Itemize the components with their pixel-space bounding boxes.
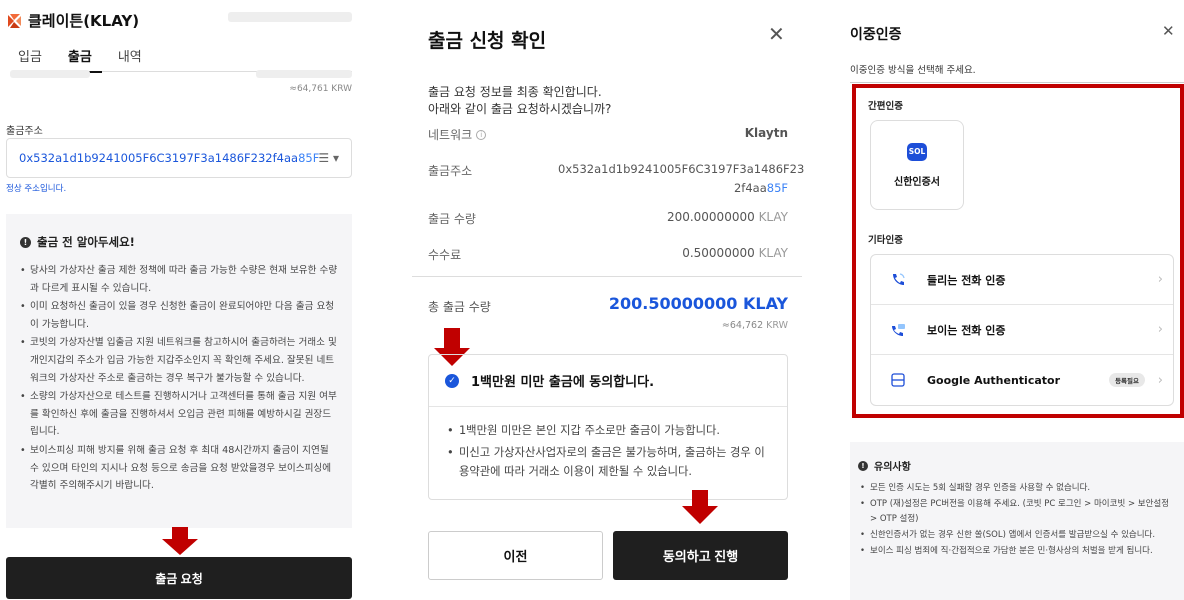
address-label: 출금주소 bbox=[6, 126, 43, 137]
address-label: 출금주소 bbox=[428, 164, 473, 178]
dialog-description: 출금 요청 정보를 최종 확인합니다. 아래와 같이 출금 요청하시겠습니까? bbox=[428, 84, 611, 118]
network-row: 네트워크 i Klaytn bbox=[428, 126, 788, 143]
agree-checkbox[interactable]: ✓ 1백만원 미만 출금에 동의합니다. bbox=[429, 355, 787, 407]
notice-title-text: 출금 전 알아두세요! bbox=[37, 235, 135, 249]
dialog-subtitle: 이중인증 방식을 선택해 주세요. bbox=[850, 65, 976, 76]
dialog-title: 출금 신청 확인 bbox=[428, 30, 547, 52]
krw-estimate: ≈64,761 KRW bbox=[289, 84, 352, 94]
coin-header: 클레이튼(KLAY) bbox=[6, 10, 139, 31]
checkmark-icon[interactable]: ✓ bbox=[445, 373, 459, 388]
caution-notice: ! 유의사항 모든 인증 시도는 5회 실패할 경우 인증을 사용할 수 없습니… bbox=[850, 442, 1184, 600]
blurred-balance bbox=[228, 12, 352, 22]
notice-list: 당사의 가상자산 출금 제한 정책에 따라 출금 가능한 수량은 현재 보유한 … bbox=[20, 262, 338, 495]
notice-title-text: 유의사항 bbox=[874, 462, 911, 473]
help-icon[interactable]: i bbox=[476, 129, 487, 140]
coin-title: 클레이튼(KLAY) bbox=[28, 12, 140, 30]
red-arrow-down-icon bbox=[162, 527, 198, 555]
fee-label: 수수료 bbox=[428, 248, 462, 262]
info-icon: ! bbox=[20, 236, 31, 248]
red-arrow-down-icon bbox=[682, 490, 718, 526]
address-input[interactable]: 0x532a1d1b9241005F6C3197F3a1486F232f4aa8… bbox=[6, 138, 352, 178]
list-item: 보이스 피싱 범죄에 직·간접적으로 가담한 분은 민·형사상의 처벌을 받게 … bbox=[858, 544, 1170, 559]
withdraw-notice: ! 출금 전 알아두세요! 당사의 가상자산 출금 제한 정책에 따라 출금 가… bbox=[6, 214, 352, 528]
list-item: 모든 인증 시도는 5회 실패할 경우 인증을 사용할 수 없습니다. bbox=[858, 481, 1170, 496]
divider bbox=[412, 276, 802, 277]
notice-list: 모든 인증 시도는 5회 실패할 경우 인증을 사용할 수 없습니다. OTP … bbox=[858, 481, 1170, 559]
highlight-frame bbox=[852, 84, 1184, 418]
withdraw-panel: 클레이튼(KLAY) 입금 출금 내역 ≈64,761 KRW 출금주소 0x5… bbox=[0, 0, 362, 600]
network-label: 네트워크 i bbox=[428, 126, 487, 143]
list-item: 당사의 가상자산 출금 제한 정책에 따라 출금 가능한 수량은 현재 보유한 … bbox=[20, 262, 338, 297]
divider bbox=[850, 82, 1184, 83]
list-item: 1백만원 미만은 본인 지갑 주소로만 출금이 가능합니다. bbox=[447, 421, 769, 441]
address-row: 출금주소 0x532a1d1b9241005F6C3197F3a1486F23 … bbox=[428, 160, 805, 198]
address-valid-message: 정상 주소입니다. bbox=[6, 184, 67, 194]
withdraw-confirm-dialog: 출금 신청 확인 ✕ 출금 요청 정보를 최종 확인합니다. 아래와 같이 출금… bbox=[412, 0, 805, 600]
agree-title: 1백만원 미만 출금에 동의합니다. bbox=[471, 375, 655, 390]
two-factor-dialog: 이중인증 ✕ 이중인증 방식을 선택해 주세요. 간편인증 SOL 신한인증서 … bbox=[850, 0, 1184, 600]
agree-list: 1백만원 미만은 본인 지갑 주소로만 출금이 가능합니다. 미신고 가상자산사… bbox=[429, 407, 787, 482]
fee-row: 수수료 0.50000000 KLAY bbox=[428, 246, 788, 263]
notice-title: ! 출금 전 알아두세요! bbox=[20, 234, 338, 250]
desc-line: 아래와 같이 출금 요청하시겠습니까? bbox=[428, 102, 612, 116]
list-item: OTP (재)설정은 PC버전을 이용해 주세요. (코빗 PC 로그인 > 마… bbox=[858, 497, 1170, 527]
address-value: 0x532a1d1b9241005F6C3197F3a1486F23 2f4aa… bbox=[558, 162, 805, 195]
total-value: 200.50000000 KLAY bbox=[608, 294, 788, 313]
blurred-label bbox=[10, 70, 90, 78]
tab-bar: 입금 출금 내역 bbox=[18, 46, 142, 73]
list-item: 코빗의 가상자산별 입출금 지원 네트워크를 참고하시어 출금하려는 거래소 및… bbox=[20, 334, 338, 387]
total-krw: ≈64,762 KRW bbox=[721, 320, 788, 331]
tab-withdraw[interactable]: 출금 bbox=[68, 46, 92, 73]
close-icon[interactable]: ✕ bbox=[1162, 22, 1175, 40]
agreement-box: ✓ 1백만원 미만 출금에 동의합니다. 1백만원 미만은 본인 지갑 주소로만… bbox=[428, 354, 788, 500]
list-item: 보이스피싱 피해 방지를 위해 출금 요청 후 최대 48시간까지 출금이 지연… bbox=[20, 442, 338, 495]
withdraw-request-button[interactable]: 출금 요청 bbox=[6, 557, 352, 599]
network-value: Klaytn bbox=[744, 126, 788, 140]
amount-row: 출금 수량 200.00000000 KLAY bbox=[428, 210, 788, 227]
klaytn-logo-icon bbox=[8, 13, 21, 28]
amount-label: 출금 수량 bbox=[428, 212, 476, 226]
agree-and-proceed-button[interactable]: 동의하고 진행 bbox=[613, 531, 788, 580]
list-item: 미신고 가상자산사업자로의 출금은 불가능하며, 출금하는 경우 이용약관에 따… bbox=[447, 443, 769, 482]
close-icon[interactable]: ✕ bbox=[768, 22, 785, 46]
amount-value: 200.00000000 KLAY bbox=[666, 210, 788, 224]
total-row: 총 출금 수량 200.50000000 KLAY bbox=[428, 294, 788, 315]
notice-title: ! 유의사항 bbox=[858, 458, 1170, 473]
total-label: 총 출금 수량 bbox=[428, 300, 491, 314]
list-item: 신한인증서가 없는 경우 신한 쏠(SOL) 앱에서 인증서를 발급받으실 수 … bbox=[858, 528, 1170, 543]
tab-deposit[interactable]: 입금 bbox=[18, 46, 42, 73]
address-book-icon[interactable]: ☰ ▾ bbox=[318, 151, 339, 165]
list-item: 소량의 가상자산으로 테스트를 진행하시거나 고객센터를 통해 출금 지원 여부… bbox=[20, 388, 338, 441]
blurred-amount bbox=[256, 70, 352, 78]
tab-history[interactable]: 내역 bbox=[118, 46, 142, 73]
list-item: 이미 요청하신 출금이 있을 경우 신청한 출금이 완료되어야만 다음 출금 요… bbox=[20, 298, 338, 333]
previous-button[interactable]: 이전 bbox=[428, 531, 603, 580]
info-icon: ! bbox=[858, 460, 868, 471]
address-value: 0x532a1d1b9241005F6C3197F3a1486F232f4aa8… bbox=[19, 151, 320, 165]
fee-value: 0.50000000 KLAY bbox=[682, 246, 788, 260]
dialog-title: 이중인증 bbox=[850, 27, 902, 43]
desc-line: 출금 요청 정보를 최종 확인합니다. bbox=[428, 85, 602, 99]
